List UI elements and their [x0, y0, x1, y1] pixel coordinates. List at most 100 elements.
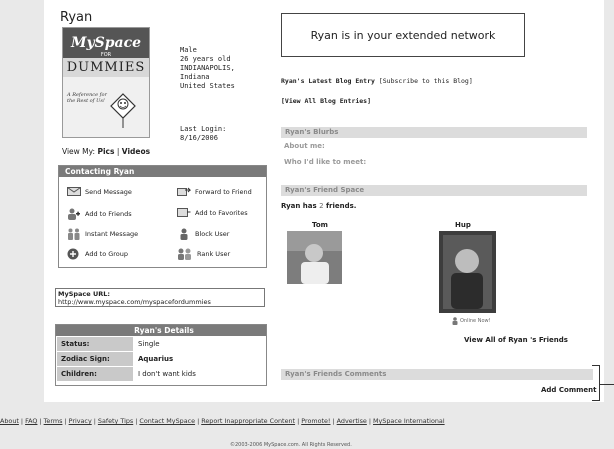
age: 26 years old: [180, 55, 231, 63]
view-all-blog-link[interactable]: [View All Blog Entries]: [281, 97, 371, 106]
book-cover-image[interactable]: MySpace FOR DUMMIES A Reference for the …: [62, 27, 150, 138]
add-to-friends-button[interactable]: Add to Friends: [67, 208, 132, 220]
footer-link-promote[interactable]: Promote!: [301, 417, 330, 425]
last-login: Last Login: 8/16/2006: [180, 125, 226, 143]
footer-link-advertise[interactable]: Advertise: [337, 417, 367, 425]
friend-count-line: Ryan has 2 friends.: [281, 202, 356, 211]
cover-reference: A Reference for the Rest of Us!: [67, 92, 107, 104]
myspace-url-label: MySpace URL:: [58, 290, 110, 298]
table-row: Zodiac Sign: Aquarius: [57, 352, 265, 366]
friend-photo-hup[interactable]: [439, 231, 496, 313]
last-login-date: 8/16/2006: [180, 134, 218, 142]
details-table: Status: Single Zodiac Sign: Aquarius Chi…: [56, 336, 266, 382]
instant-message-button[interactable]: Instant Message: [67, 228, 138, 240]
details-box: Ryan's Details Status: Single Zodiac Sig…: [55, 324, 267, 386]
blurbs-header: Ryan's Blurbs: [281, 127, 587, 138]
envelope-icon: [67, 187, 81, 196]
zodiac-value: Aquarius: [134, 352, 265, 366]
rank-user-button[interactable]: Rank User: [177, 248, 230, 260]
children-label: Children:: [57, 367, 133, 381]
rank-user-icon: [178, 248, 191, 260]
children-value: I don't want kids: [134, 367, 265, 381]
copyright: ©2003-2006 MySpace.com. All Rights Reser…: [230, 442, 352, 448]
videos-link[interactable]: Videos: [122, 147, 150, 156]
pics-link[interactable]: Pics: [97, 147, 114, 156]
add-to-favorites-button[interactable]: Add to Favorites: [177, 208, 248, 217]
footer-link-terms[interactable]: Terms: [44, 417, 63, 425]
footer-link-contact[interactable]: Contact MySpace: [139, 417, 195, 425]
details-header: Ryan's Details: [56, 325, 266, 336]
add-group-icon: [67, 248, 79, 260]
footer-links: About | FAQ | Terms | Privacy | Safety Tips | Cont…: [0, 417, 614, 425]
friend-space-header: Ryan's Friend Space: [281, 185, 587, 196]
footer-sep: |: [332, 417, 335, 425]
view-my-links: View My: Pics | Videos: [62, 147, 150, 156]
add-friend-icon: [68, 208, 80, 220]
footer-link-about[interactable]: About: [0, 417, 19, 425]
favorites-icon: [177, 208, 191, 217]
view-my-label: View My:: [62, 147, 96, 156]
footer-link-report[interactable]: Report Inappropriate Content: [201, 417, 295, 425]
sex: Male: [180, 46, 197, 54]
callout-line: [600, 384, 614, 385]
add-to-group-button[interactable]: Add to Group: [67, 248, 128, 260]
friend-count: 2: [319, 202, 324, 210]
zodiac-label: Zodiac Sign:: [57, 352, 133, 366]
profile-basic-info: Male 26 years old INDIANAPOLIS, Indiana …: [180, 46, 235, 91]
instant-message-label: Instant Message: [85, 230, 139, 238]
forward-to-friend-label: Forward to Friend: [195, 187, 252, 196]
dummies-guy-icon: [110, 93, 136, 128]
online-now-badge: Online Now!: [452, 317, 491, 325]
cover-title-dummies: DUMMIES: [63, 58, 149, 77]
footer-sep: |: [368, 417, 372, 425]
forward-to-friend-button[interactable]: Forward to Friend: [177, 187, 252, 196]
table-row: Children: I don't want kids: [57, 367, 265, 381]
footer-sep: |: [197, 417, 200, 425]
footer-link-faq[interactable]: FAQ: [25, 417, 37, 425]
footer-sep: |: [135, 417, 138, 425]
send-message-label: Send Message: [85, 187, 132, 196]
last-login-label: Last Login:: [180, 125, 227, 133]
instant-message-icon: [68, 228, 80, 240]
online-now-label: Online Now!: [460, 318, 491, 324]
rank-user-label: Rank User: [197, 250, 231, 258]
contact-box: Contacting Ryan Send Message Forward to …: [58, 165, 267, 268]
extended-network-banner: Ryan is in your extended network: [281, 13, 525, 57]
country: United States: [180, 82, 235, 90]
subscribe-blog-link[interactable]: [Subscribe to this Blog]: [379, 77, 473, 85]
add-to-favorites-label: Add to Favorites: [195, 208, 248, 217]
block-user-icon: [180, 228, 188, 240]
add-to-friends-label: Add to Friends: [85, 210, 132, 218]
has-text-1: Ryan has: [281, 202, 317, 210]
status-value: Single: [134, 337, 265, 351]
table-row: Status: Single: [57, 337, 265, 351]
profile-name: Ryan: [60, 10, 93, 25]
myspace-url-value[interactable]: http://www.myspace.com/myspacefordummies: [58, 298, 262, 306]
has-text-2: friends.: [326, 202, 357, 210]
myspace-url-box: MySpace URL: http://www.myspace.com/mysp…: [55, 288, 265, 307]
block-user-button[interactable]: Block User: [177, 228, 229, 240]
footer-link-international[interactable]: MySpace International: [373, 417, 445, 425]
view-all-friends-link[interactable]: View All of Ryan 's Friends: [464, 336, 568, 345]
blog-entry-line: Ryan's Latest Blog Entry [Subscribe to t…: [281, 77, 473, 86]
add-comment-link[interactable]: Add Comment: [541, 386, 597, 395]
friend-name-tom[interactable]: Tom: [312, 221, 328, 230]
friend-photo-tom[interactable]: [287, 231, 342, 284]
online-person-icon: [452, 317, 458, 325]
forward-icon: [177, 187, 191, 196]
block-user-label: Block User: [195, 230, 230, 238]
latest-blog-title: Ryan's Latest Blog Entry: [281, 77, 375, 85]
about-me-label: About me:: [284, 142, 325, 150]
send-message-button[interactable]: Send Message: [67, 187, 132, 196]
footer-link-privacy[interactable]: Privacy: [69, 417, 92, 425]
comments-header: Ryan's Friends Comments: [281, 369, 593, 380]
footer-sep: |: [20, 417, 24, 425]
state: Indiana: [180, 73, 210, 81]
footer-link-safety-tips[interactable]: Safety Tips: [98, 417, 133, 425]
footer-sep: |: [297, 417, 300, 425]
friend-name-hup[interactable]: Hup: [455, 221, 471, 230]
cover-title-myspace: MySpace: [70, 35, 142, 51]
city: INDIANAPOLIS,: [180, 64, 235, 72]
who-to-meet-label: Who I'd like to meet:: [284, 158, 367, 166]
status-label: Status:: [57, 337, 133, 351]
